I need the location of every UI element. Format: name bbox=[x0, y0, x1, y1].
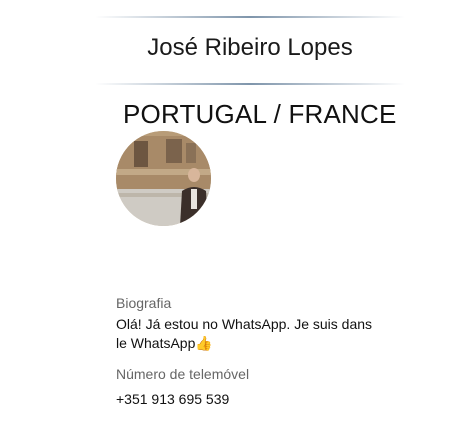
profile-location: PORTUGAL / FRANCE bbox=[123, 99, 397, 129]
avatar-photo bbox=[116, 131, 211, 226]
about-label: Biografia bbox=[116, 295, 172, 311]
name-divider bbox=[95, 83, 405, 85]
top-divider bbox=[95, 16, 405, 18]
phone-number[interactable]: +351 913 695 539 bbox=[116, 390, 229, 409]
avatar[interactable] bbox=[116, 131, 211, 226]
thumbs-up-icon: 👍 bbox=[195, 335, 213, 351]
phone-label: Número de telemóvel bbox=[116, 366, 250, 382]
profile-name: José Ribeiro Lopes bbox=[147, 34, 353, 61]
about-text-content: Olá! Já estou no WhatsApp. Je suis dans … bbox=[116, 316, 373, 351]
about-text: Olá! Já estou no WhatsApp. Je suis dans … bbox=[116, 315, 376, 353]
